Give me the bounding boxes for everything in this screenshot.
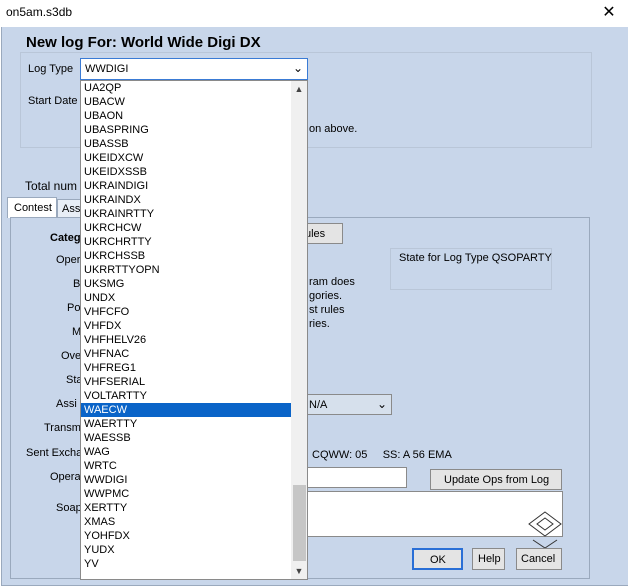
info-line-4: ries.	[309, 318, 330, 330]
dropdown-item[interactable]: VHFSERIAL	[81, 375, 291, 389]
dropdown-item[interactable]: UKRAINRTTY	[81, 207, 291, 221]
dropdown-item[interactable]: VHFDX	[81, 319, 291, 333]
helper-text: on above.	[309, 123, 358, 135]
help-button-label: Help	[478, 553, 501, 565]
info-line-3: st rules	[309, 304, 345, 316]
dropdown-item[interactable]: UNDX	[81, 291, 291, 305]
soapbox-textarea[interactable]	[306, 491, 563, 537]
dropdown-item[interactable]: WAERTTY	[81, 417, 291, 431]
assisted-select-value: N/A	[309, 399, 328, 411]
power-label: Po	[67, 302, 81, 314]
dropdown-item[interactable]: VHFCFO	[81, 305, 291, 319]
dropdown-list: UA2QP UBACW UBAON UBASPRING UBASSB UKEIDXCW UK…	[81, 81, 291, 571]
chevron-down-icon[interactable]: ▼	[291, 563, 307, 579]
start-date-label: Start Date	[28, 95, 78, 107]
category-label: Categ	[50, 232, 81, 244]
dropdown-item[interactable]: UKRCHSSB	[81, 249, 291, 263]
dropdown-item[interactable]: UKEIDXCW	[81, 151, 291, 165]
log-type-dropdown[interactable]: UA2QP UBACW UBAON UBASPRING UBASSB UKEIDXCW UK…	[80, 80, 308, 580]
transmitter-label: Transm	[44, 422, 81, 434]
dropdown-item[interactable]: UKRAINDX	[81, 193, 291, 207]
dropdown-item[interactable]: UKRAINDIGI	[81, 179, 291, 193]
operators-label: Opera	[50, 471, 81, 483]
dropdown-item[interactable]: XERTTY	[81, 501, 291, 515]
dropdown-item[interactable]: WAESSB	[81, 431, 291, 445]
log-type-select[interactable]: WWDIGI ⌄	[80, 58, 308, 80]
scroll-thumb[interactable]	[293, 485, 306, 561]
dropdown-item[interactable]: VHFREG1	[81, 361, 291, 375]
dropdown-item[interactable]: UKSMG	[81, 277, 291, 291]
dropdown-item[interactable]: UBACW	[81, 95, 291, 109]
dropdown-item[interactable]: WAG	[81, 445, 291, 459]
assisted-select[interactable]: N/A ⌄	[300, 394, 392, 415]
chevron-up-icon[interactable]: ▲	[291, 81, 307, 97]
rules-button-label: ules	[305, 228, 326, 240]
page-title: New log For: World Wide Digi DX	[26, 34, 261, 51]
soapbox-label: Soap	[56, 502, 82, 514]
total-label: Total num	[25, 179, 78, 193]
dropdown-item[interactable]: WWDIGI	[81, 473, 291, 487]
operator-label: Oper	[56, 254, 81, 266]
chevron-down-icon: ⌄	[377, 397, 388, 411]
exchange-hint: CQWW: 05 SS: A 56 EMA	[312, 449, 452, 461]
resize-cursor-icon	[528, 511, 562, 549]
cancel-button[interactable]: Cancel	[516, 548, 562, 570]
dropdown-item[interactable]: UKEIDXSSB	[81, 165, 291, 179]
tab-contest[interactable]: Contest	[7, 197, 57, 218]
dropdown-item[interactable]: UKRRTTYOPN	[81, 263, 291, 277]
tab-contest-label: Contest	[14, 202, 52, 214]
dropdown-item[interactable]: UKRCHRTTY	[81, 235, 291, 249]
title-bar: on5am.s3db ✕	[0, 0, 628, 26]
dropdown-item[interactable]: UKRCHCW	[81, 221, 291, 235]
cancel-button-label: Cancel	[521, 553, 556, 565]
dropdown-item[interactable]: WRTC	[81, 459, 291, 473]
state-label: State for Log Type QSOPARTY	[399, 252, 552, 264]
close-icon[interactable]: ✕	[598, 3, 620, 23]
dropdown-item[interactable]: VOLTARTTY	[81, 389, 291, 403]
dropdown-item[interactable]: WAECW	[81, 403, 291, 417]
tab-assisted-label: Ass	[62, 203, 81, 215]
dropdown-item[interactable]: YV	[81, 557, 291, 571]
ok-button-label: OK	[430, 554, 446, 566]
ok-button[interactable]: OK	[412, 548, 463, 570]
chevron-down-icon: ⌄	[292, 61, 303, 75]
info-line-1: ram does	[309, 276, 355, 288]
overlay-label: Ove	[61, 350, 82, 362]
dropdown-item[interactable]: UA2QP	[81, 81, 291, 95]
dropdown-item[interactable]: UBASSB	[81, 137, 291, 151]
dropdown-item[interactable]: WWPMC	[81, 487, 291, 501]
assisted-label: Assi	[56, 398, 77, 410]
dropdown-item[interactable]: YOHFDX	[81, 529, 291, 543]
operators-input[interactable]	[306, 467, 407, 488]
update-ops-label: Update Ops from Log	[444, 474, 550, 486]
help-button[interactable]: Help	[472, 548, 505, 570]
dropdown-item[interactable]: UBASPRING	[81, 123, 291, 137]
dropdown-item[interactable]: VHFHELV26	[81, 333, 291, 347]
sent-exchange-label: Sent Excha	[26, 447, 83, 459]
log-type-value: WWDIGI	[85, 63, 129, 75]
dropdown-item[interactable]: UBAON	[81, 109, 291, 123]
dropdown-item[interactable]: VHFNAC	[81, 347, 291, 361]
dropdown-item[interactable]: XMAS	[81, 515, 291, 529]
log-type-label: Log Type	[28, 63, 74, 75]
info-line-2: gories.	[309, 290, 343, 302]
dropdown-item[interactable]: YUDX	[81, 543, 291, 557]
update-ops-button[interactable]: Update Ops from Log	[430, 469, 562, 490]
window-title: on5am.s3db	[6, 5, 73, 19]
